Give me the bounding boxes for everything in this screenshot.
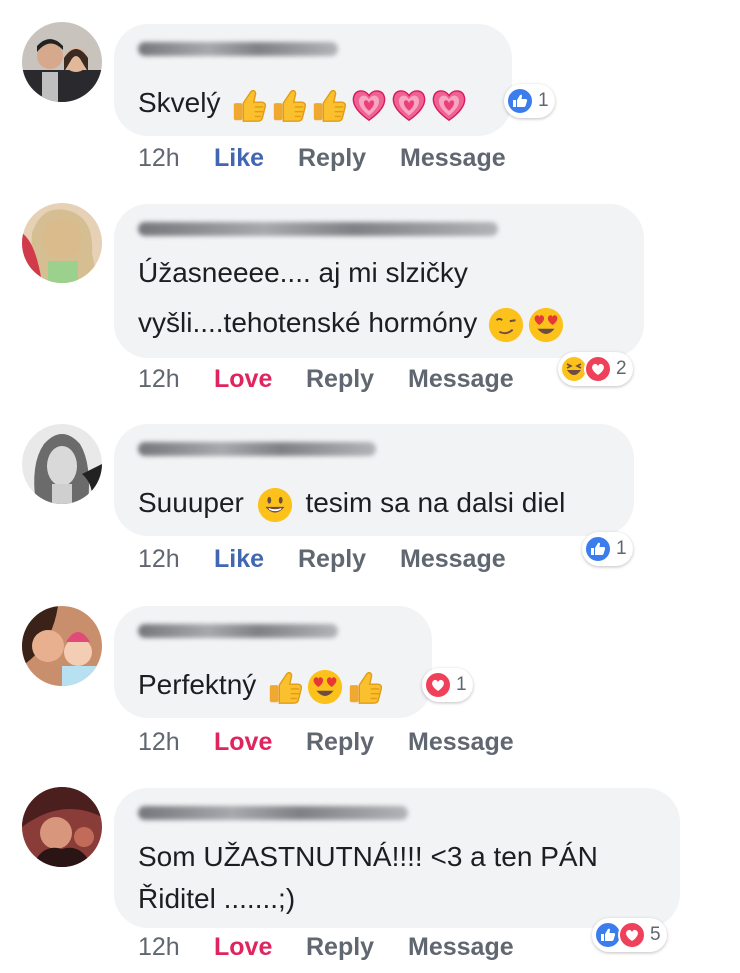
avatar[interactable] xyxy=(22,203,102,283)
comment-text-content: Perfektný xyxy=(138,669,257,700)
comment-bubble: Som UŽASTNUTNÁ!!!! <3 a ten PÁN Řiditel … xyxy=(114,788,680,928)
comment-text-before: Suuuper xyxy=(138,487,244,518)
love-button[interactable]: Love xyxy=(214,365,272,394)
message-button[interactable]: Message xyxy=(400,545,506,574)
reaction-count: 1 xyxy=(456,674,467,695)
thumbs-up-emoji xyxy=(270,86,308,124)
author-name-blurred[interactable] xyxy=(138,624,338,638)
reaction-summary[interactable]: 2 xyxy=(558,352,633,386)
avatar[interactable] xyxy=(22,787,102,867)
message-button[interactable]: Message xyxy=(408,933,514,962)
avatar[interactable] xyxy=(22,424,102,504)
timestamp[interactable]: 12h xyxy=(138,144,180,173)
comment-text-content: Skvelý xyxy=(138,87,221,118)
comment-bubble: Perfektný xyxy=(114,606,432,718)
like-reaction-icon xyxy=(584,535,612,563)
reaction-count: 2 xyxy=(616,358,627,379)
comment-text-content: vyšli....tehotenské hormóny xyxy=(138,307,478,338)
timestamp[interactable]: 12h xyxy=(138,365,180,394)
thumbs-up-emoji xyxy=(230,86,268,124)
timestamp[interactable]: 12h xyxy=(138,545,180,574)
love-reaction-icon xyxy=(618,921,646,949)
reply-button[interactable]: Reply xyxy=(306,933,374,962)
heart-eyes-emoji xyxy=(306,668,344,706)
love-reaction-icon xyxy=(424,671,452,699)
author-name-blurred[interactable] xyxy=(138,806,408,820)
heart-emoji xyxy=(350,86,388,124)
thumbs-up-emoji xyxy=(346,668,384,706)
comment-text-line-1: Úžasneeee.... aj mi slzičky xyxy=(138,257,468,288)
comment-bubble: Skvelý xyxy=(114,24,512,136)
thumbs-up-emoji xyxy=(310,86,348,124)
comment-text-line-2: Řiditel .......;) xyxy=(138,883,296,914)
reaction-count: 1 xyxy=(538,90,549,111)
comment-text-after: tesim sa na dalsi diel xyxy=(305,487,566,518)
like-button[interactable]: Like xyxy=(214,144,264,173)
wink-emoji xyxy=(487,306,525,344)
avatar[interactable] xyxy=(22,606,102,686)
reaction-summary[interactable]: 5 xyxy=(592,918,667,952)
comment-text: Skvelý xyxy=(138,78,468,128)
love-button[interactable]: Love xyxy=(214,728,272,757)
like-reaction-icon xyxy=(506,87,534,115)
author-name-blurred[interactable] xyxy=(138,442,376,456)
reply-button[interactable]: Reply xyxy=(306,365,374,394)
love-button[interactable]: Love xyxy=(214,933,272,962)
reply-button[interactable]: Reply xyxy=(306,728,374,757)
message-button[interactable]: Message xyxy=(400,144,506,173)
reaction-summary[interactable]: 1 xyxy=(504,84,555,118)
heart-emoji xyxy=(430,86,468,124)
comment-text: Suuuper tesim sa na dalsi diel xyxy=(138,478,565,528)
timestamp[interactable]: 12h xyxy=(138,728,180,757)
author-name-blurred[interactable] xyxy=(138,222,498,236)
comment-text-line-2: vyšli....tehotenské hormóny xyxy=(138,298,565,348)
message-button[interactable]: Message xyxy=(408,365,514,394)
reaction-summary[interactable]: 1 xyxy=(582,532,633,566)
smile-emoji xyxy=(256,486,294,524)
timestamp[interactable]: 12h xyxy=(138,933,180,962)
like-button[interactable]: Like xyxy=(214,545,264,574)
message-button[interactable]: Message xyxy=(408,728,514,757)
comment-bubble: Suuuper tesim sa na dalsi diel xyxy=(114,424,634,536)
heart-emoji xyxy=(390,86,428,124)
reaction-count: 5 xyxy=(650,924,661,945)
thumbs-up-emoji xyxy=(266,668,304,706)
heart-eyes-emoji xyxy=(527,306,565,344)
avatar[interactable] xyxy=(22,22,102,102)
reaction-summary[interactable]: 1 xyxy=(422,668,473,702)
reply-button[interactable]: Reply xyxy=(298,545,366,574)
love-reaction-icon xyxy=(584,355,612,383)
reaction-count: 1 xyxy=(616,538,627,559)
comment-text: Perfektný xyxy=(138,660,384,710)
author-name-blurred[interactable] xyxy=(138,42,338,56)
reply-button[interactable]: Reply xyxy=(298,144,366,173)
comment-bubble: Úžasneeee.... aj mi slzičky vyšli....teh… xyxy=(114,204,644,358)
